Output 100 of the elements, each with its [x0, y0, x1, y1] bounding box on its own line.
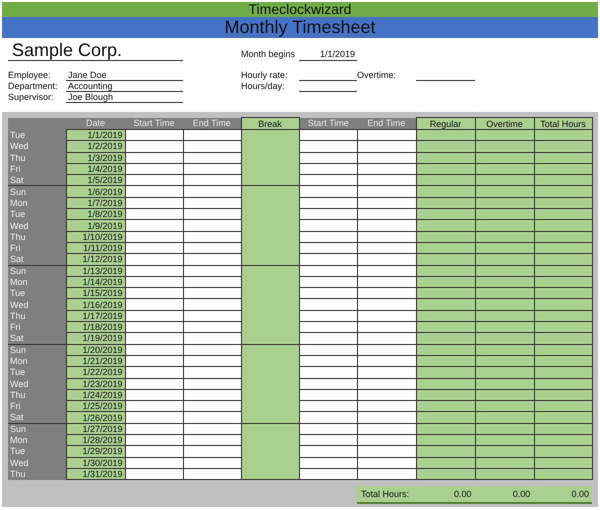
- hours-cell: [534, 378, 592, 390]
- hours-cell: [475, 231, 534, 242]
- time-cell[interactable]: [125, 208, 183, 220]
- date-cell: 1/19/2019: [66, 332, 125, 344]
- day-cell: Mon: [8, 355, 66, 367]
- hours-cell: [416, 174, 475, 186]
- day-cell: Sun: [8, 344, 66, 356]
- break-cell[interactable]: [241, 265, 299, 344]
- time-cell[interactable]: [299, 400, 357, 412]
- time-cell[interactable]: [125, 265, 183, 276]
- time-cell[interactable]: [125, 457, 183, 468]
- time-cell[interactable]: [125, 152, 183, 164]
- day-cell: Wed: [8, 140, 66, 152]
- fill-in-line[interactable]: 1/1/2019: [299, 48, 357, 61]
- time-cell[interactable]: [125, 434, 183, 446]
- time-cell[interactable]: [357, 457, 416, 468]
- time-cell[interactable]: [357, 344, 416, 356]
- time-cell[interactable]: [357, 400, 416, 412]
- time-cell[interactable]: [357, 208, 416, 220]
- time-cell[interactable]: [299, 457, 357, 468]
- time-cell[interactable]: [125, 400, 183, 412]
- time-cell[interactable]: [125, 344, 183, 356]
- date-cell: 1/27/2019: [66, 423, 125, 435]
- time-cell[interactable]: [357, 378, 416, 390]
- time-cell[interactable]: [183, 231, 241, 242]
- total-value: 0.00: [512, 488, 532, 502]
- day-cell: Fri: [8, 400, 66, 412]
- time-cell[interactable]: [357, 231, 416, 242]
- hours-cell: [475, 140, 534, 152]
- day-cell: Sun: [8, 265, 66, 276]
- time-cell[interactable]: [299, 378, 357, 390]
- time-cell[interactable]: [183, 400, 241, 412]
- column-header: End Time: [183, 118, 241, 130]
- break-cell[interactable]: [241, 130, 299, 186]
- time-cell[interactable]: [125, 174, 183, 186]
- day-cell: Tue: [8, 446, 66, 458]
- date-cell: 1/1/2019: [66, 130, 125, 141]
- date-cell: 1/15/2019: [66, 288, 125, 299]
- day-cell: Wed: [8, 378, 66, 390]
- time-cell[interactable]: [357, 322, 416, 333]
- time-cell[interactable]: [183, 130, 241, 141]
- time-cell[interactable]: [183, 152, 241, 164]
- time-cell[interactable]: [125, 288, 183, 299]
- date-cell: 1/14/2019: [66, 276, 125, 288]
- time-cell[interactable]: [299, 130, 357, 141]
- time-cell[interactable]: [299, 288, 357, 299]
- time-cell[interactable]: [183, 457, 241, 468]
- hours-cell: [416, 468, 475, 480]
- time-cell[interactable]: [183, 208, 241, 220]
- time-cell[interactable]: [357, 412, 416, 424]
- day-cell: Sat: [8, 254, 66, 266]
- time-cell[interactable]: [125, 322, 183, 333]
- fill-in-line[interactable]: Jane Doe: [66, 70, 183, 81]
- time-cell[interactable]: [299, 174, 357, 186]
- time-cell[interactable]: [125, 231, 183, 242]
- hours-cell: [416, 140, 475, 152]
- time-cell[interactable]: [183, 174, 241, 186]
- time-cell[interactable]: [357, 468, 416, 480]
- time-cell[interactable]: [183, 322, 241, 333]
- hours-cell: [416, 322, 475, 333]
- time-cell[interactable]: [299, 265, 357, 276]
- hours-cell: [416, 197, 475, 209]
- hours-cell: [416, 288, 475, 299]
- time-cell[interactable]: [125, 130, 183, 141]
- time-cell[interactable]: [183, 434, 241, 446]
- date-cell: 1/9/2019: [66, 220, 125, 232]
- break-cell[interactable]: [241, 344, 299, 424]
- time-cell[interactable]: [357, 130, 416, 141]
- time-cell[interactable]: [357, 174, 416, 186]
- break-cell[interactable]: [241, 186, 299, 266]
- fill-in-line[interactable]: Accounting: [66, 81, 183, 92]
- time-cell[interactable]: [357, 434, 416, 446]
- hours-cell: [416, 208, 475, 220]
- time-cell[interactable]: [183, 265, 241, 276]
- time-cell[interactable]: [357, 265, 416, 276]
- time-cell[interactable]: [183, 288, 241, 299]
- date-cell: 1/6/2019: [66, 186, 125, 198]
- date-cell: 1/5/2019: [66, 174, 125, 186]
- time-cell[interactable]: [357, 163, 416, 175]
- time-cell[interactable]: [299, 152, 357, 164]
- time-cell[interactable]: [299, 344, 357, 356]
- time-cell[interactable]: [183, 344, 241, 356]
- time-cell[interactable]: [357, 254, 416, 266]
- time-cell[interactable]: [357, 197, 416, 209]
- date-cell: 1/7/2019: [66, 197, 125, 209]
- time-cell[interactable]: [299, 322, 357, 333]
- hours-cell: [534, 208, 592, 220]
- day-cell: Tue: [8, 366, 66, 378]
- day-cell: Fri: [8, 242, 66, 254]
- time-cell[interactable]: [299, 208, 357, 220]
- time-cell[interactable]: [299, 434, 357, 446]
- time-cell[interactable]: [357, 288, 416, 299]
- time-cell[interactable]: [357, 152, 416, 164]
- time-cell[interactable]: [125, 378, 183, 390]
- fill-in-line[interactable]: Joe Blough: [66, 92, 183, 103]
- date-cell: 1/23/2019: [66, 378, 125, 390]
- time-cell[interactable]: [299, 231, 357, 242]
- time-cell[interactable]: [357, 140, 416, 152]
- time-cell[interactable]: [183, 378, 241, 390]
- break-cell[interactable]: [241, 423, 299, 480]
